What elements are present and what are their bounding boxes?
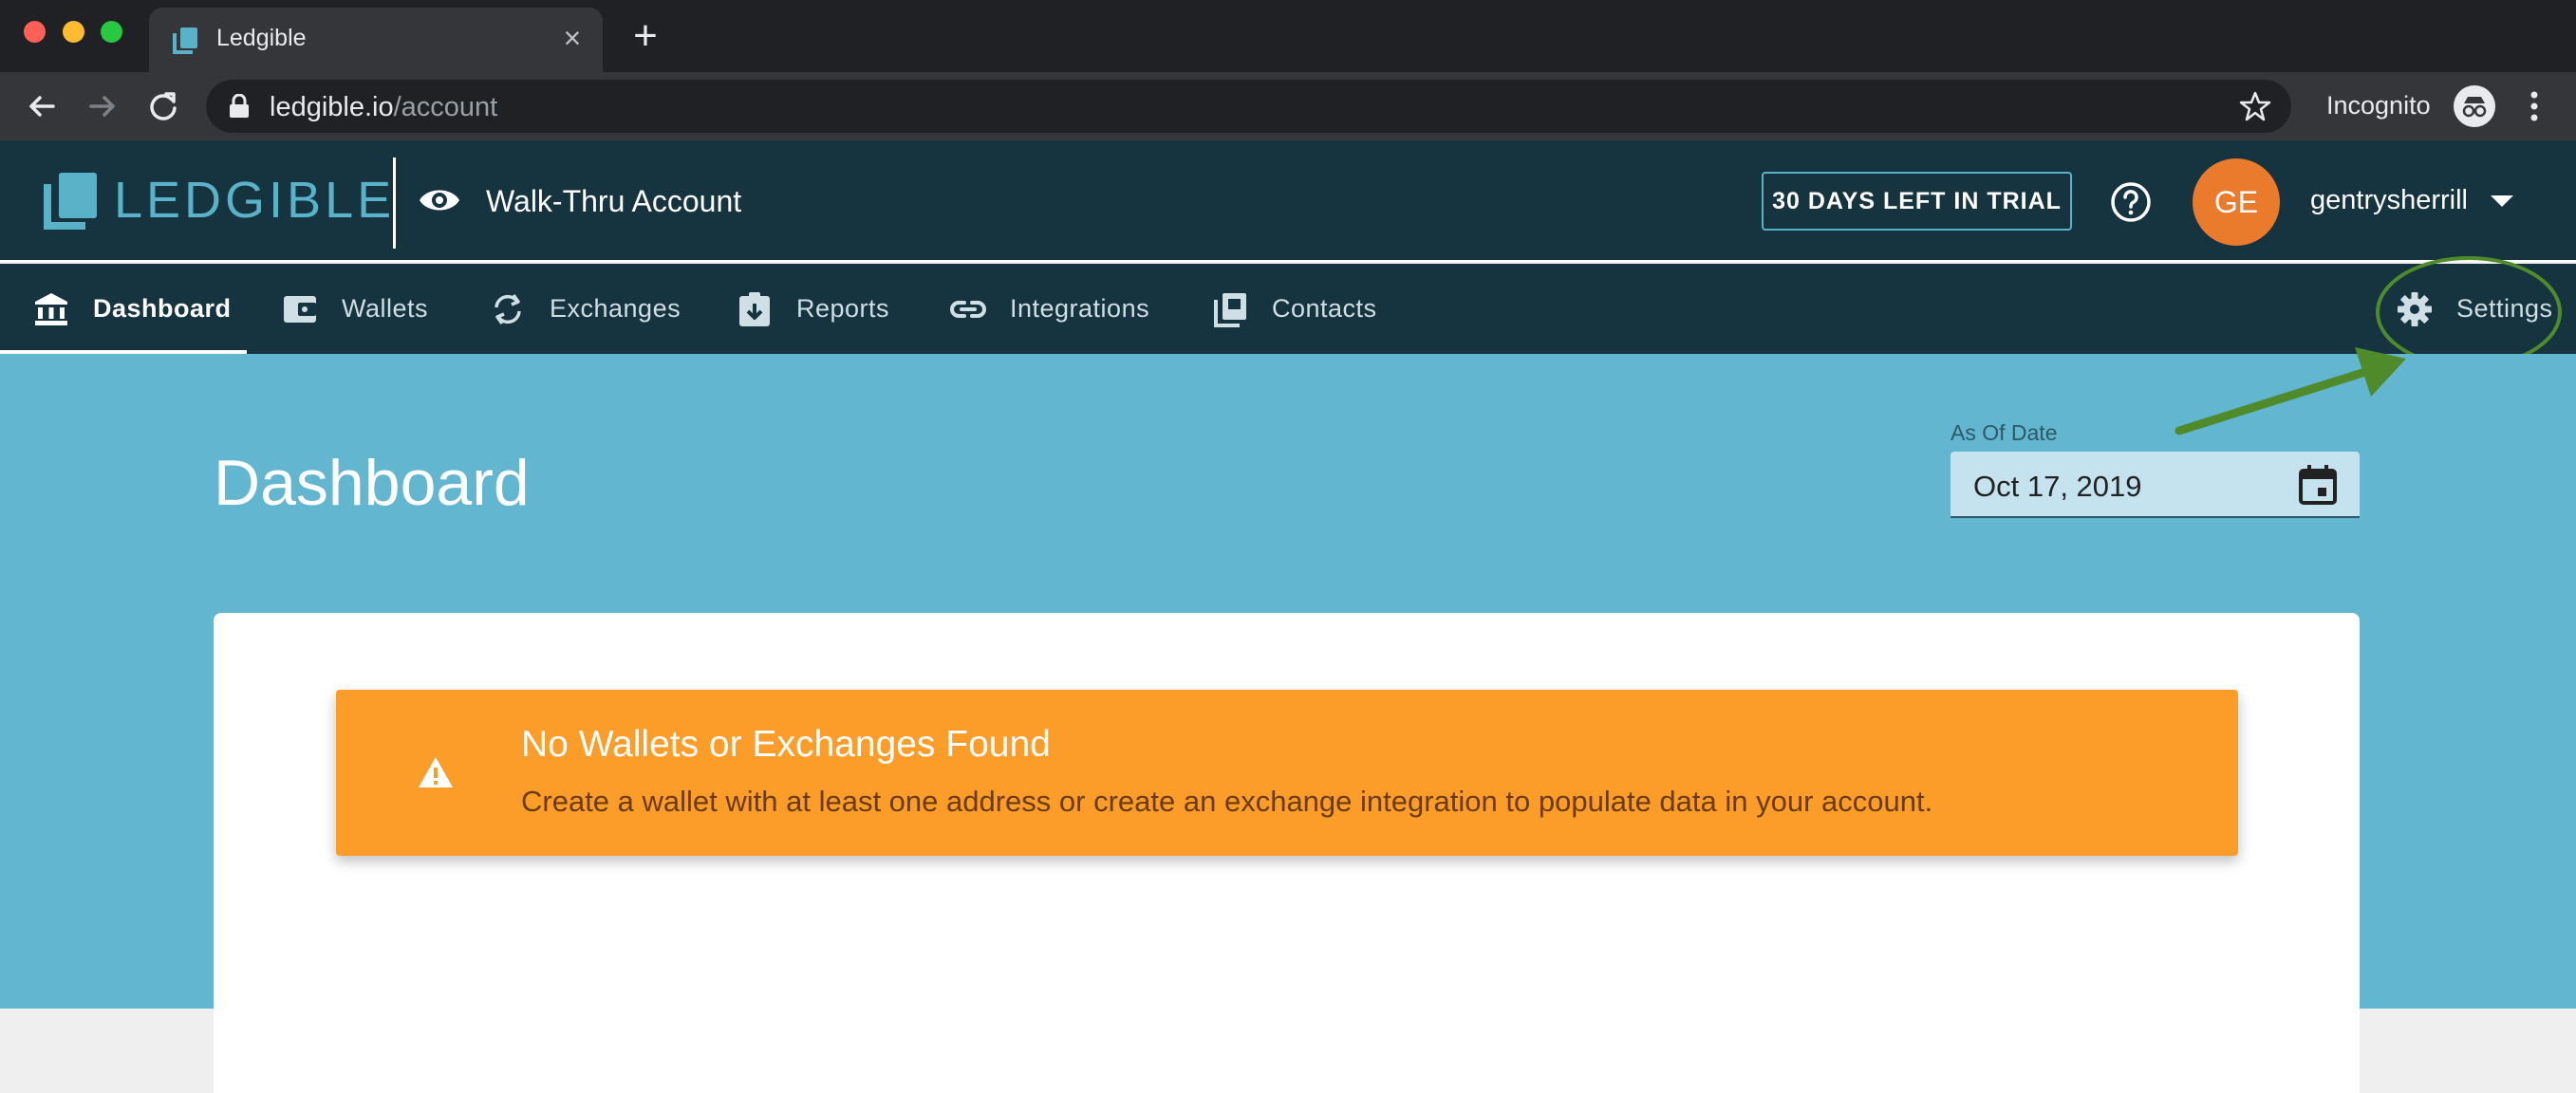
nav-label: Wallets <box>342 294 429 323</box>
nav-label: Contacts <box>1272 294 1377 323</box>
tab-title: Ledgible <box>216 25 307 51</box>
nav-item-integrations[interactable]: Integrations <box>949 264 1149 354</box>
back-icon[interactable] <box>21 85 63 127</box>
bookmark-star-icon[interactable] <box>2238 89 2272 123</box>
annotation-highlight-circle <box>2376 256 2562 368</box>
page-title: Dashboard <box>214 447 530 519</box>
new-tab-icon[interactable]: + <box>626 15 664 57</box>
avatar[interactable]: GE <box>2193 158 2280 246</box>
ledgible-favicon-icon <box>173 28 197 54</box>
browser-menu-icon[interactable] <box>2515 85 2553 127</box>
link-icon <box>950 300 986 318</box>
incognito-icon[interactable] <box>2454 85 2495 127</box>
tab-close-icon[interactable]: × <box>555 21 589 55</box>
app-header: LEDGIBLE Walk-Thru Account 30 DAYS LEFT … <box>0 140 2576 262</box>
url-host: ledgible.io <box>270 92 394 122</box>
account-name[interactable]: Walk-Thru Account <box>486 184 741 219</box>
help-icon[interactable] <box>2109 180 2153 224</box>
calendar-icon[interactable] <box>2297 463 2339 507</box>
url-text: ledgible.io/account <box>270 92 497 123</box>
nav-item-contacts[interactable]: Contacts <box>1211 264 1377 354</box>
nav-label: Integrations <box>1010 294 1150 323</box>
main-nav: Dashboard Wallets Exchanges Reports Inte… <box>0 264 2576 354</box>
trial-badge-button[interactable]: 30 DAYS LEFT IN TRIAL <box>1762 172 2072 231</box>
chevron-down-icon[interactable] <box>2491 195 2513 207</box>
wallet-icon <box>284 295 316 323</box>
alert-title: No Wallets or Exchanges Found <box>521 724 1051 765</box>
username[interactable]: gentrysherrill <box>2310 185 2468 216</box>
browser-tab[interactable]: Ledgible × <box>149 8 603 72</box>
sync-icon <box>495 293 521 324</box>
nav-label: Exchanges <box>550 294 681 323</box>
header-divider <box>393 157 396 249</box>
nav-item-reports[interactable]: Reports <box>736 264 889 354</box>
nav-label: Reports <box>796 294 890 323</box>
ledgible-logo-icon[interactable] <box>42 171 99 232</box>
brand-name[interactable]: LEDGIBLE <box>114 171 395 230</box>
warning-icon <box>419 757 453 787</box>
nav-item-wallets[interactable]: Wallets <box>281 264 428 354</box>
nav-item-exchanges[interactable]: Exchanges <box>489 264 681 354</box>
url-path: /account <box>393 92 498 122</box>
incognito-label: Incognito <box>2326 91 2431 120</box>
browser-toolbar: ledgible.io/account Incognito <box>0 72 2576 140</box>
nav-label: Dashboard <box>93 294 232 323</box>
bank-icon <box>35 292 67 325</box>
date-label: As Of Date <box>1951 420 2058 445</box>
forward-icon[interactable] <box>82 85 123 127</box>
contacts-icon <box>1214 292 1246 327</box>
report-icon <box>739 291 770 326</box>
window-close-button[interactable] <box>24 21 46 43</box>
date-value: Oct 17, 2019 <box>1973 470 2142 503</box>
window-zoom-button[interactable] <box>101 21 122 43</box>
browser-tab-bar: Ledgible × + <box>0 0 2576 72</box>
nav-item-dashboard[interactable]: Dashboard <box>32 264 232 354</box>
eye-icon <box>420 190 459 211</box>
no-data-alert: No Wallets or Exchanges Found Create a w… <box>336 690 2238 856</box>
address-bar[interactable]: ledgible.io/account <box>206 80 2291 133</box>
reload-icon[interactable] <box>142 85 184 127</box>
lock-icon <box>230 94 249 118</box>
window-minimize-button[interactable] <box>63 21 84 43</box>
alert-message: Create a wallet with at least one addres… <box>521 785 1933 818</box>
as-of-date-field[interactable]: Oct 17, 2019 <box>1951 452 2360 518</box>
